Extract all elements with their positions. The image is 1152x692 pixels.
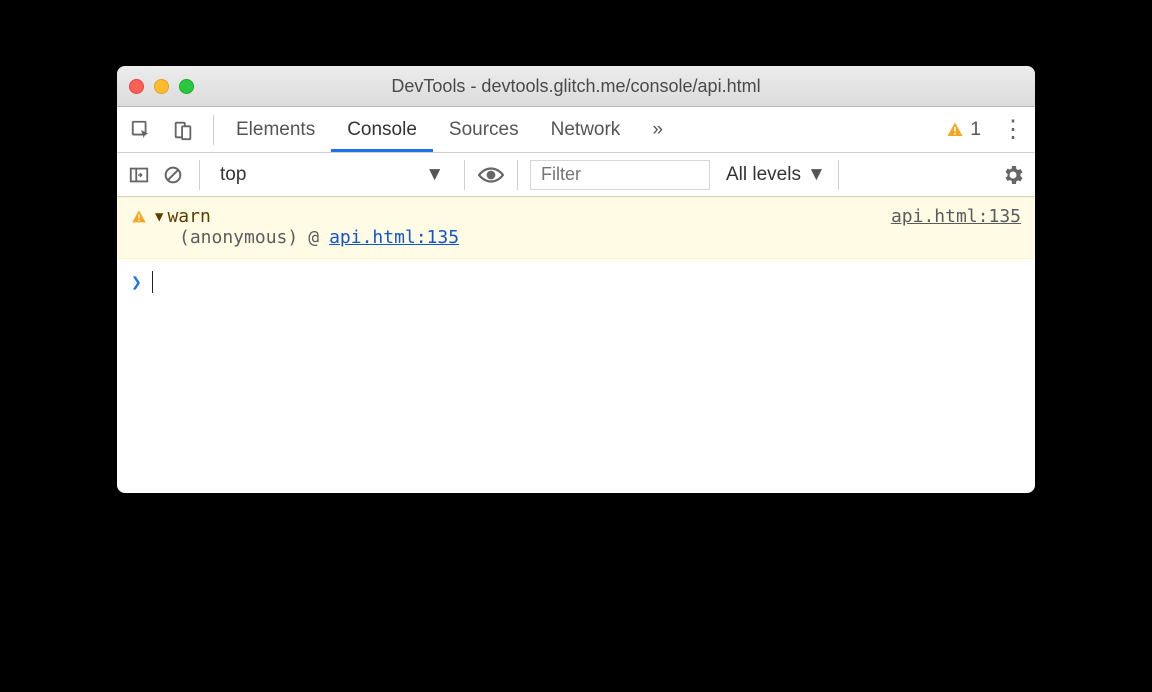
warning-text: warn <box>167 206 210 227</box>
stack-source-link[interactable]: api.html:135 <box>329 227 459 248</box>
warnings-count: 1 <box>970 119 981 141</box>
separator <box>464 160 465 190</box>
warnings-counter[interactable]: 1 <box>946 119 981 141</box>
console-output: ▼ warn api.html:135 (anonymous) @ api.ht… <box>117 197 1035 493</box>
warning-icon <box>131 209 147 225</box>
filter-input[interactable] <box>530 160 710 190</box>
warning-icon <box>946 121 964 139</box>
minimize-window-button[interactable] <box>154 79 169 94</box>
tab-elements[interactable]: Elements <box>220 107 331 152</box>
zoom-window-button[interactable] <box>179 79 194 94</box>
disclosure-triangle-icon[interactable]: ▼ <box>155 209 163 225</box>
console-prompt[interactable]: ❯ <box>117 259 1035 305</box>
inspect-element-icon[interactable] <box>127 116 155 144</box>
tab-sources[interactable]: Sources <box>433 107 535 152</box>
titlebar: DevTools - devtools.glitch.me/console/ap… <box>117 66 1035 107</box>
tab-console[interactable]: Console <box>331 107 433 152</box>
tabs-overflow-button[interactable]: » <box>636 107 679 152</box>
clear-console-icon[interactable] <box>159 161 187 189</box>
prompt-caret-icon: ❯ <box>131 272 142 293</box>
tabbar-left-controls <box>117 116 207 144</box>
console-warning-message[interactable]: ▼ warn api.html:135 (anonymous) @ api.ht… <box>117 197 1035 259</box>
separator <box>517 160 518 190</box>
chevron-down-icon: ▼ <box>807 164 826 186</box>
stack-function: (anonymous) <box>179 227 298 248</box>
tab-network[interactable]: Network <box>535 107 637 152</box>
text-cursor <box>152 271 153 293</box>
chevron-down-icon: ▼ <box>425 164 444 186</box>
devtools-tabbar: Elements Console Sources Network » 1 ⋮ <box>117 107 1035 153</box>
console-sidebar-toggle-icon[interactable] <box>125 161 153 189</box>
stack-at: @ <box>308 227 319 248</box>
console-settings-icon[interactable] <box>999 161 1027 189</box>
close-window-button[interactable] <box>129 79 144 94</box>
devtools-window: DevTools - devtools.glitch.me/console/ap… <box>117 66 1035 493</box>
toggle-device-toolbar-icon[interactable] <box>169 116 197 144</box>
log-levels-select[interactable]: All levels ▼ <box>726 164 826 186</box>
traffic-lights <box>129 79 194 94</box>
console-toolbar: top ▼ All levels ▼ <box>117 153 1035 197</box>
separator <box>213 115 214 145</box>
execution-context-select[interactable]: top ▼ <box>212 160 452 190</box>
context-value: top <box>220 164 246 186</box>
message-source-link[interactable]: api.html:135 <box>891 206 1021 227</box>
window-title: DevTools - devtools.glitch.me/console/ap… <box>117 76 1035 97</box>
log-levels-label: All levels <box>726 164 801 186</box>
stack-frame: (anonymous) @ api.html:135 <box>131 227 1021 248</box>
separator <box>838 160 839 190</box>
kebab-menu-icon[interactable]: ⋮ <box>997 115 1029 144</box>
separator <box>199 160 200 190</box>
live-expression-icon[interactable] <box>477 161 505 189</box>
